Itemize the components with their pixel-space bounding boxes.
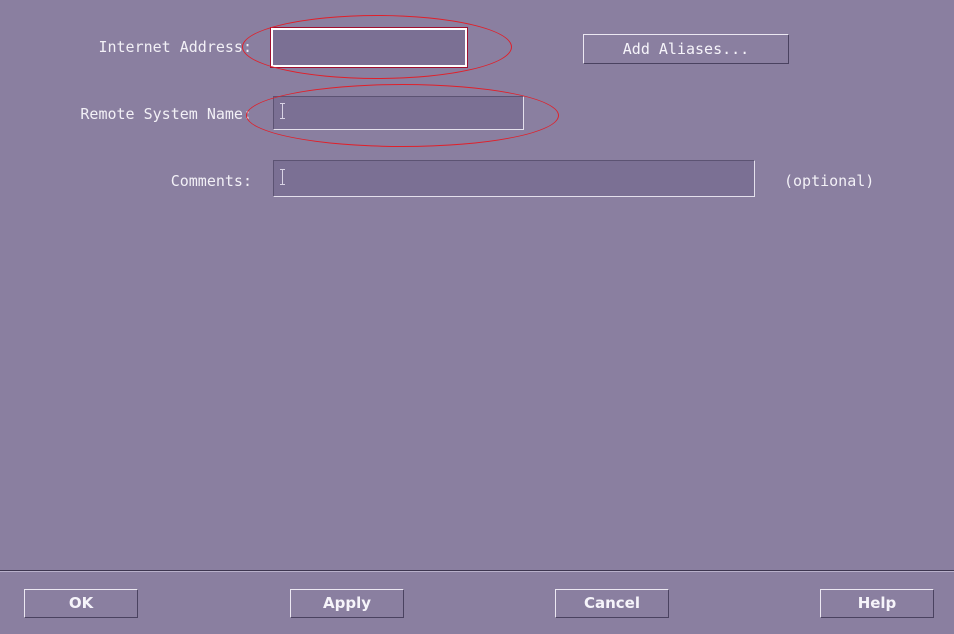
remote-system-name-input[interactable] bbox=[274, 97, 523, 129]
remote-system-name-field[interactable] bbox=[273, 96, 524, 130]
comments-input[interactable] bbox=[274, 161, 754, 196]
comments-optional-hint: (optional) bbox=[784, 172, 875, 190]
apply-button[interactable]: Apply bbox=[290, 589, 404, 618]
internet-address-input[interactable] bbox=[273, 30, 465, 65]
footer-separator bbox=[0, 570, 954, 572]
ok-button[interactable]: OK bbox=[24, 589, 138, 618]
internet-address-label: Internet Address: bbox=[98, 38, 252, 56]
remote-system-name-label: Remote System Name: bbox=[80, 105, 252, 123]
comments-label: Comments: bbox=[170, 172, 252, 190]
add-aliases-button[interactable]: Add Aliases... bbox=[583, 34, 789, 64]
cancel-button[interactable]: Cancel bbox=[555, 589, 669, 618]
comments-field[interactable] bbox=[273, 160, 755, 197]
help-button[interactable]: Help bbox=[820, 589, 934, 618]
internet-address-field[interactable] bbox=[270, 27, 468, 68]
dialog-window: Internet Address: Add Aliases... Remote … bbox=[0, 0, 954, 634]
